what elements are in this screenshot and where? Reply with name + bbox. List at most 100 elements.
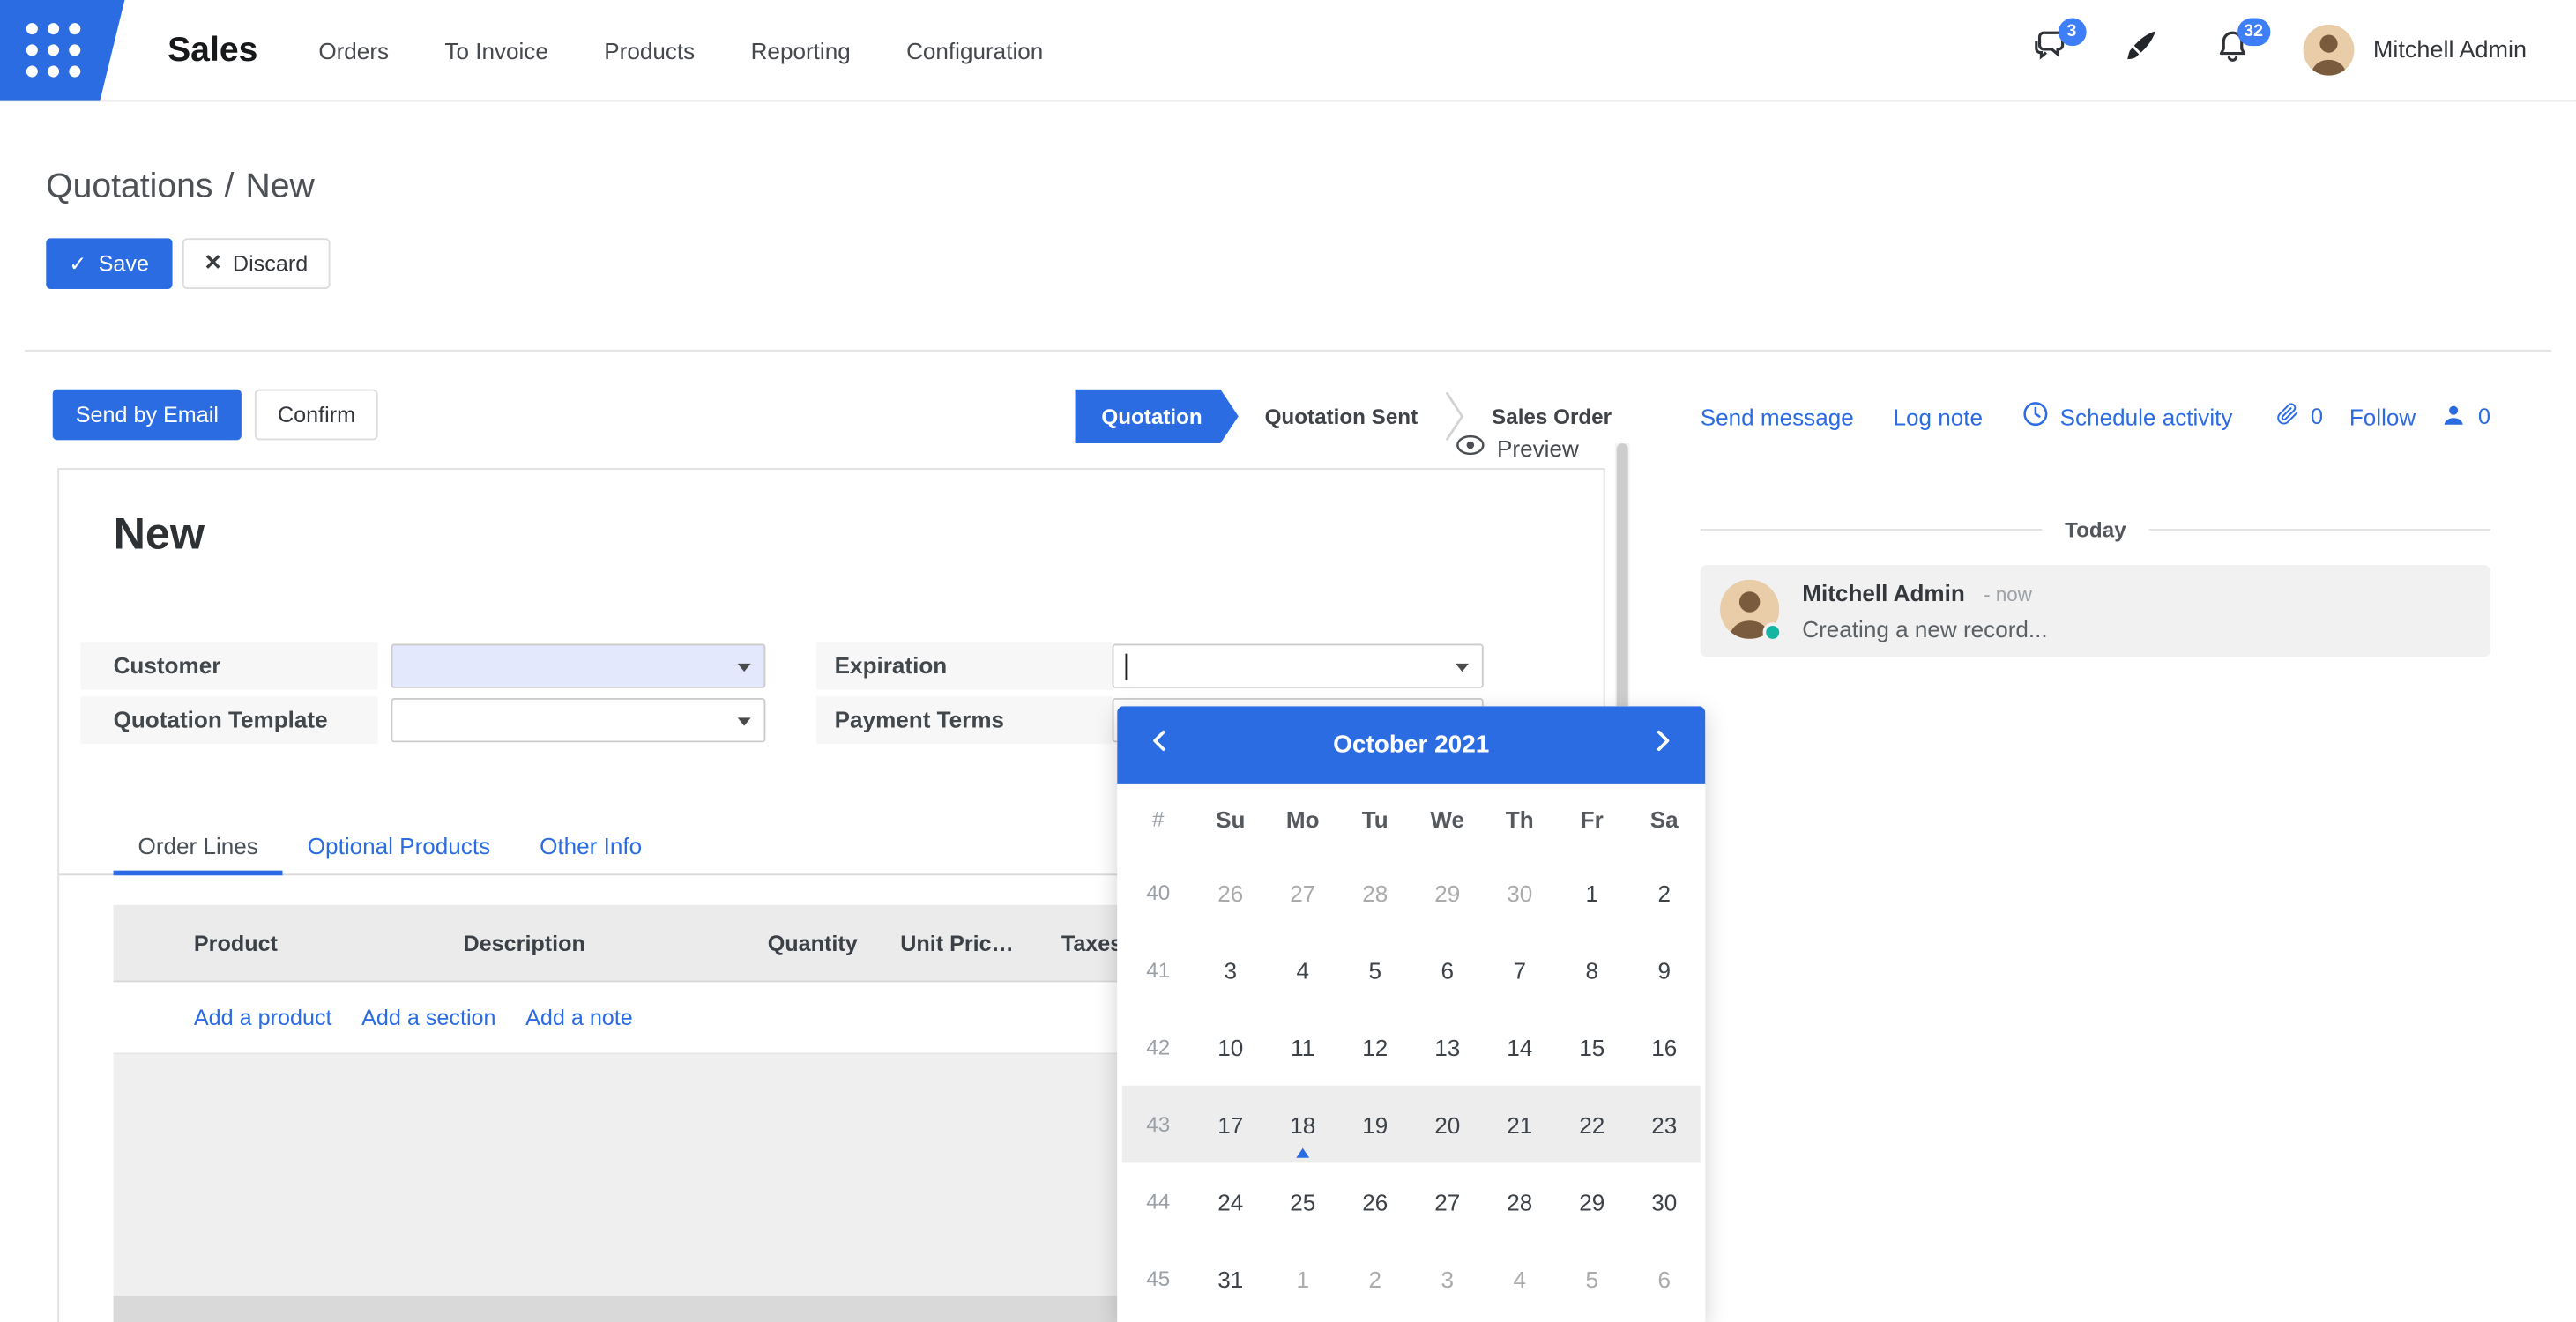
check-icon: ✓ xyxy=(69,253,86,274)
theme-brush-button[interactable] xyxy=(2118,29,2161,71)
calendar-day[interactable]: 1 xyxy=(1267,1240,1339,1318)
messages-button[interactable]: 3 xyxy=(2027,29,2069,71)
calendar-day[interactable]: 20 xyxy=(1411,1086,1484,1163)
close-icon: × xyxy=(205,248,221,276)
calendar-day[interactable]: 11 xyxy=(1267,1008,1339,1086)
customer-label: Customer xyxy=(80,642,377,690)
calendar-day[interactable]: 29 xyxy=(1556,1162,1628,1240)
add-a-product-link[interactable]: Add a product xyxy=(194,1005,332,1029)
send-message-link[interactable]: Send message xyxy=(1701,403,1854,429)
calendar-day[interactable]: 31 xyxy=(1195,1240,1267,1318)
calendar-day[interactable]: 8 xyxy=(1556,932,1628,1009)
stage-quotation[interactable]: Quotation xyxy=(1076,390,1239,443)
calendar-day[interactable]: 9 xyxy=(1628,932,1701,1009)
calendar-day[interactable]: 24 xyxy=(1195,1162,1267,1240)
menu-configuration[interactable]: Configuration xyxy=(878,0,1071,101)
calendar-day[interactable]: 6 xyxy=(1628,1240,1701,1318)
menu-orders[interactable]: Orders xyxy=(291,0,417,101)
calendar-day[interactable]: 7 xyxy=(1484,932,1556,1009)
top-navbar: Sales Orders To Invoice Products Reporti… xyxy=(0,0,2576,102)
calendar-day[interactable]: 30 xyxy=(1484,854,1556,932)
divider-line xyxy=(1701,529,2042,531)
add-a-section-link[interactable]: Add a section xyxy=(361,1005,495,1029)
calendar-day[interactable]: 26 xyxy=(1195,854,1267,932)
calendar-day[interactable]: 2 xyxy=(1628,854,1701,932)
stage-quotation-sent[interactable]: Quotation Sent xyxy=(1241,390,1441,443)
calendar-day[interactable]: 16 xyxy=(1628,1008,1701,1086)
calendar-day[interactable]: 19 xyxy=(1339,1086,1411,1163)
calendar-day[interactable]: 29 xyxy=(1411,854,1484,932)
calendar-day[interactable]: 6 xyxy=(1411,932,1484,1009)
app-name[interactable]: Sales xyxy=(168,30,257,70)
calendar-day[interactable]: 4 xyxy=(1484,1240,1556,1318)
follow-button[interactable]: Follow xyxy=(2349,403,2416,429)
odoo-sales-window: Sales Orders To Invoice Products Reporti… xyxy=(0,0,2576,1322)
user-menu[interactable]: Mitchell Admin xyxy=(2303,25,2527,76)
calendar-week-number: 40 xyxy=(1122,854,1195,932)
preview-button[interactable]: Preview xyxy=(1456,434,1578,462)
calendar-day[interactable]: 14 xyxy=(1484,1008,1556,1086)
apps-menu-button[interactable] xyxy=(0,0,125,101)
calendar-day[interactable]: 15 xyxy=(1556,1008,1628,1086)
followers-button[interactable]: 0 xyxy=(2442,402,2490,432)
calendar-title[interactable]: October 2021 xyxy=(1202,731,1619,759)
calendar-day[interactable]: 22 xyxy=(1556,1086,1628,1163)
calendar-day[interactable]: 25 xyxy=(1267,1162,1339,1240)
calendar-day[interactable]: 13 xyxy=(1411,1008,1484,1086)
calendar-day[interactable]: 30 xyxy=(1628,1162,1701,1240)
calendar-day[interactable]: 3 xyxy=(1195,932,1267,1009)
calendar-week-header: # xyxy=(1122,784,1195,854)
schedule-activity-link[interactable]: Schedule activity xyxy=(2022,401,2233,432)
calendar-day[interactable]: 27 xyxy=(1267,854,1339,932)
log-note-link[interactable]: Log note xyxy=(1894,403,1984,429)
send-by-email-button[interactable]: Send by Email xyxy=(53,390,242,441)
calendar-day[interactable]: 27 xyxy=(1411,1162,1484,1240)
calendar-day[interactable]: 26 xyxy=(1339,1162,1411,1240)
activities-button[interactable]: 32 xyxy=(2210,29,2252,71)
calendar-day[interactable]: 18 xyxy=(1267,1086,1339,1163)
calendar-day[interactable]: 2 xyxy=(1339,1240,1411,1318)
calendar-day[interactable]: 4 xyxy=(1267,932,1339,1009)
expiration-input[interactable] xyxy=(1113,643,1484,687)
chatter-actions: Send message Log note Schedule activity … xyxy=(1701,401,2490,432)
calendar-day[interactable]: 12 xyxy=(1339,1008,1411,1086)
text-cursor xyxy=(1125,654,1127,680)
menu-to-invoice[interactable]: To Invoice xyxy=(417,0,577,101)
tab-optional-products[interactable]: Optional Products xyxy=(283,818,515,873)
chevron-down-icon xyxy=(738,664,751,672)
calendar-day[interactable]: 3 xyxy=(1411,1240,1484,1318)
quotation-template-input[interactable] xyxy=(391,698,766,742)
calendar-week-row: 4424252627282930 xyxy=(1122,1162,1701,1240)
calendar-prev-button[interactable] xyxy=(1117,706,1202,784)
calendar-week-number: 45 xyxy=(1122,1240,1195,1318)
add-a-note-link[interactable]: Add a note xyxy=(525,1005,633,1029)
breadcrumb-quotations[interactable]: Quotations xyxy=(46,167,212,205)
menu-products[interactable]: Products xyxy=(577,0,723,101)
confirm-button[interactable]: Confirm xyxy=(255,390,378,441)
calendar-day[interactable]: 28 xyxy=(1484,1162,1556,1240)
calendar-next-button[interactable] xyxy=(1619,706,1705,784)
tab-other-info[interactable]: Other Info xyxy=(515,818,666,873)
datepicker-header: October 2021 xyxy=(1117,706,1705,784)
breadcrumb-separator: / xyxy=(225,167,235,205)
calendar-day[interactable]: 1 xyxy=(1556,854,1628,932)
paperclip-icon xyxy=(2274,401,2299,432)
calendar-day[interactable]: 21 xyxy=(1484,1086,1556,1163)
calendar-day[interactable]: 28 xyxy=(1339,854,1411,932)
calendar-day[interactable]: 17 xyxy=(1195,1086,1267,1163)
online-status-dot xyxy=(1763,622,1783,642)
menu-reporting[interactable]: Reporting xyxy=(723,0,878,101)
column-description: Description xyxy=(464,931,740,955)
user-name: Mitchell Admin xyxy=(2373,37,2527,63)
customer-input[interactable] xyxy=(391,643,766,687)
apps-grid-icon xyxy=(26,23,80,77)
message-body: Creating a new record... xyxy=(1802,616,2047,642)
tab-order-lines[interactable]: Order Lines xyxy=(114,818,283,873)
calendar-day[interactable]: 10 xyxy=(1195,1008,1267,1086)
calendar-day[interactable]: 5 xyxy=(1339,932,1411,1009)
attachments-button[interactable]: 0 xyxy=(2274,401,2323,432)
calendar-day[interactable]: 5 xyxy=(1556,1240,1628,1318)
save-button[interactable]: ✓ Save xyxy=(46,238,172,289)
calendar-day[interactable]: 23 xyxy=(1628,1086,1701,1163)
discard-button[interactable]: × Discard xyxy=(182,238,331,289)
